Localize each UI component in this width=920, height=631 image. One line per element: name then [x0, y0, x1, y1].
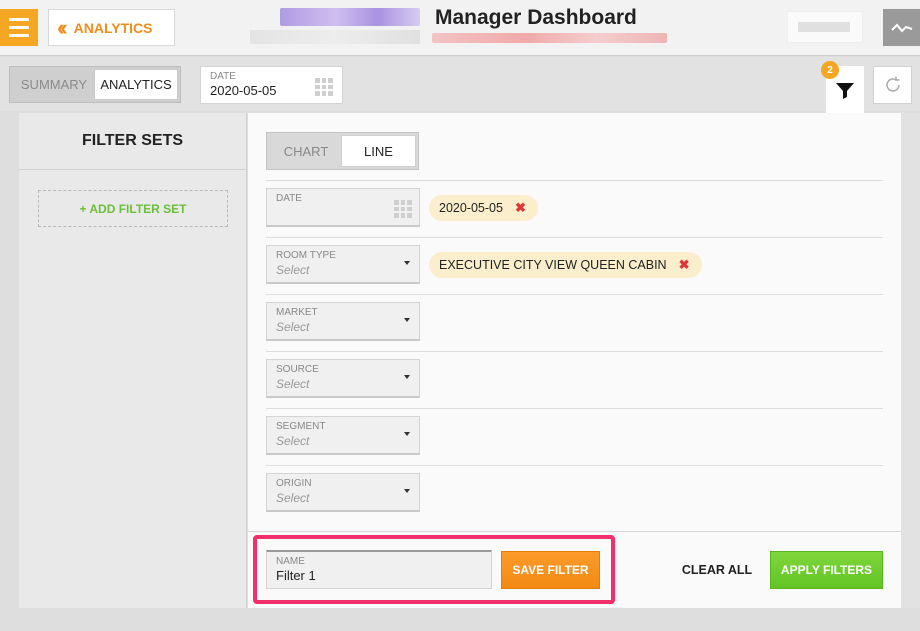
remove-chip-icon[interactable]: ✖: [679, 257, 690, 273]
redacted-subtitle: [250, 30, 420, 44]
filter-sets-sidebar: FILTER SETS + ADD FILTER SET: [19, 113, 247, 608]
date-filter-label: DATE: [276, 193, 302, 204]
clear-all-button[interactable]: CLEAR ALL: [680, 551, 754, 589]
toggle-line[interactable]: LINE: [342, 136, 415, 166]
add-filter-set-button[interactable]: + ADD FILTER SET: [38, 190, 228, 227]
view-tabs: SUMMARY ANALYTICS: [9, 66, 181, 103]
date-filter-field[interactable]: DATE: [266, 188, 420, 227]
room-type-select[interactable]: ROOM TYPE Select: [266, 245, 420, 284]
origin-placeholder: Select: [276, 491, 310, 505]
redacted-property-name: [280, 8, 420, 26]
reset-button[interactable]: [873, 66, 912, 104]
filter-sets-heading: FILTER SETS: [19, 113, 246, 170]
remove-chip-icon[interactable]: ✖: [515, 200, 526, 216]
date-filter-chip: 2020-05-05 ✖: [429, 195, 538, 221]
caret-down-icon: [404, 432, 410, 436]
redacted-alert-text: [432, 33, 667, 43]
room-type-chip-label: EXECUTIVE CITY VIEW QUEEN CABIN: [439, 258, 667, 272]
double-chevron-left-icon: ‹‹: [57, 14, 67, 40]
source-placeholder: Select: [276, 377, 310, 391]
toggle-chart[interactable]: CHART: [270, 136, 342, 166]
trend-button[interactable]: [883, 9, 920, 46]
calendar-grid-icon: [394, 200, 412, 218]
segment-placeholder: Select: [276, 434, 310, 448]
market-placeholder: Select: [276, 320, 310, 334]
market-label: MARKET: [276, 307, 318, 318]
filter-count-badge: 2: [821, 61, 839, 79]
refresh-icon: [885, 76, 900, 92]
segment-select[interactable]: SEGMENT Select: [266, 416, 420, 455]
tab-summary[interactable]: SUMMARY: [13, 70, 95, 99]
trend-line-icon: [890, 23, 912, 32]
calendar-grid-icon: [315, 78, 333, 96]
page-title: Manager Dashboard: [435, 6, 637, 29]
chart-type-toggle: CHART LINE: [266, 132, 419, 170]
origin-label: ORIGIN: [276, 478, 312, 489]
room-type-chip: EXECUTIVE CITY VIEW QUEEN CABIN ✖: [429, 252, 702, 278]
room-type-label: ROOM TYPE: [276, 250, 336, 261]
divider: [266, 180, 883, 181]
menu-button[interactable]: [0, 9, 38, 46]
origin-select[interactable]: ORIGIN Select: [266, 473, 420, 512]
funnel-icon: [836, 82, 854, 99]
app-header: ‹‹ ANALYTICS Manager Dashboard: [0, 0, 920, 56]
apply-filters-button[interactable]: APPLY FILTERS: [770, 551, 883, 589]
brand-logo: [787, 11, 863, 43]
segment-label: SEGMENT: [276, 421, 326, 432]
source-label: SOURCE: [276, 364, 319, 375]
hamburger-icon: [9, 18, 29, 21]
caret-down-icon: [404, 261, 410, 265]
back-button-label: ANALYTICS: [73, 19, 153, 36]
back-button[interactable]: ‹‹ ANALYTICS: [48, 9, 175, 46]
date-picker[interactable]: DATE 2020-05-05: [200, 66, 343, 104]
tab-analytics[interactable]: ANALYTICS: [95, 70, 177, 99]
caret-down-icon: [404, 489, 410, 493]
caret-down-icon: [404, 375, 410, 379]
date-chip-label: 2020-05-05: [439, 201, 503, 215]
caret-down-icon: [404, 318, 410, 322]
highlight-box: [253, 535, 615, 604]
source-select[interactable]: SOURCE Select: [266, 359, 420, 398]
market-select[interactable]: MARKET Select: [266, 302, 420, 341]
room-type-placeholder: Select: [276, 263, 310, 277]
